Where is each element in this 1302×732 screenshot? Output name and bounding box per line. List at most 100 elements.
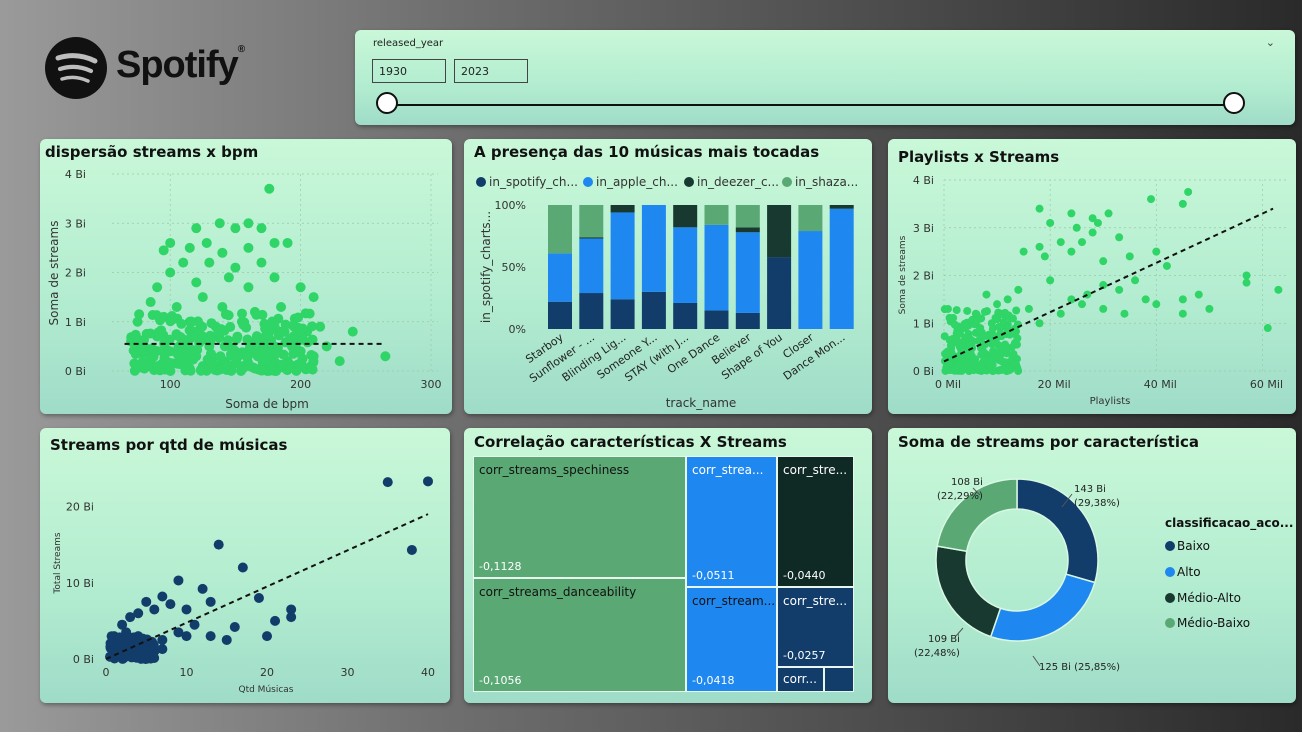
bar-segment <box>705 205 729 225</box>
treemap-cell-8[interactable] <box>824 667 854 692</box>
x-tick-label: 0 Mil <box>935 378 961 391</box>
data-point <box>222 360 232 370</box>
data-point <box>1152 300 1160 308</box>
bar-segment <box>548 205 572 253</box>
bar-segment <box>579 205 603 237</box>
card-title: A presença das 10 músicas mais tocadas <box>474 143 819 161</box>
x-axis-label: Qtd Músicas <box>239 685 294 695</box>
data-point <box>1099 305 1107 313</box>
y-tick-label: 20 Bi <box>66 501 94 514</box>
year-slicer[interactable]: released_year ⌄ 1930 2023 <box>355 30 1295 125</box>
data-point <box>1115 233 1123 241</box>
legend-dot <box>1165 567 1175 577</box>
bar-segment <box>767 257 791 329</box>
spotify-wordmark: Spotify® <box>116 44 244 87</box>
data-point <box>270 238 280 248</box>
legend-label: in_spotify_ch... <box>489 175 578 189</box>
qtd-chart: Total Streams Qtd Músicas 0 Bi10 Bi20 Bi… <box>40 428 450 703</box>
data-point <box>1046 219 1054 227</box>
data-point <box>174 359 184 369</box>
donut-label-medioalto-value: 109 Bi <box>928 634 960 645</box>
data-point <box>129 345 139 355</box>
x-axis-label: Soma de bpm <box>225 397 309 411</box>
data-point <box>271 349 281 359</box>
treemap-cell-7[interactable]: corr... <box>777 667 824 692</box>
bar-segment <box>579 237 603 238</box>
treemap-cell-label: corr_strea... <box>692 463 763 477</box>
y-axis-label: in_spotify_charts... <box>479 211 493 323</box>
card-title: Playlists x Streams <box>898 148 1059 166</box>
slicer-to-input[interactable]: 2023 <box>454 59 528 83</box>
data-point <box>296 331 306 341</box>
legend-item-medio-alto[interactable]: Médio-Alto <box>1165 591 1241 605</box>
data-point <box>285 334 295 344</box>
donut-legend-title: classificacao_aco... <box>1165 516 1293 530</box>
spotify-logo-icon <box>44 36 108 100</box>
data-point <box>243 282 253 292</box>
data-point <box>186 366 196 376</box>
data-point <box>1041 252 1049 260</box>
top10-card: A presença das 10 músicas mais tocadas i… <box>464 139 872 414</box>
treemap-card: Correlação características X Streams cor… <box>464 428 872 703</box>
data-point <box>129 358 139 368</box>
data-point <box>297 354 307 364</box>
treemap-cell-spechiness[interactable]: corr_streams_spechiness -0,1128 <box>473 456 686 578</box>
treemap-cell-6[interactable]: corr_stre... -0,0257 <box>777 587 854 667</box>
data-point <box>206 631 216 641</box>
legend-dot <box>782 177 792 187</box>
top10-chart: in_spotify_ch... in_apple_ch... in_deezer_… <box>464 139 872 414</box>
bar-segment <box>642 292 666 329</box>
donut-slice <box>936 546 1000 636</box>
data-point <box>153 361 163 371</box>
treemap-cell-3[interactable]: corr_strea... -0,0511 <box>686 456 777 587</box>
legend-item-alto[interactable]: Alto <box>1165 565 1201 579</box>
chevron-down-icon[interactable]: ⌄ <box>1266 36 1275 49</box>
x-tick-label: 100 <box>160 378 181 391</box>
bar-segment <box>767 205 791 257</box>
data-point <box>141 597 151 607</box>
data-point <box>335 356 345 366</box>
data-point <box>383 477 393 487</box>
x-tick-label: 0 <box>103 666 110 679</box>
data-point <box>1025 305 1033 313</box>
x-tick-label: 30 <box>341 666 355 679</box>
data-point <box>159 245 169 255</box>
data-point <box>239 317 249 327</box>
treemap-cell-4[interactable]: corr_stream... -0,0418 <box>686 587 777 692</box>
y-tick-label: 3 Bi <box>65 217 86 230</box>
legend-item-baixo[interactable]: Baixo <box>1165 539 1210 553</box>
data-point <box>965 360 973 368</box>
data-point <box>1012 306 1020 314</box>
slicer-from-input[interactable]: 1930 <box>372 59 446 83</box>
data-point <box>423 476 433 486</box>
data-point <box>958 354 966 362</box>
treemap-cell-danceability[interactable]: corr_streams_danceability -0,1056 <box>473 578 686 692</box>
donut-label-mediobaixo-pct: (22,29%) <box>937 491 983 502</box>
data-point <box>980 348 988 356</box>
legend-item-medio-baixo[interactable]: Médio-Baixo <box>1165 616 1250 630</box>
data-point <box>1046 276 1054 284</box>
data-point <box>198 584 208 594</box>
slider-track[interactable] <box>387 104 1237 106</box>
data-point <box>976 324 984 332</box>
bar-segment <box>798 231 822 329</box>
data-point <box>998 357 1006 365</box>
data-point <box>178 258 188 268</box>
data-point <box>961 320 969 328</box>
slider-handle-end[interactable] <box>1223 92 1245 114</box>
x-tick-label: 20 Mil <box>1038 378 1071 391</box>
y-tick-label: 0 Bi <box>913 365 934 378</box>
data-point <box>981 332 989 340</box>
slider-handle-start[interactable] <box>376 92 398 114</box>
data-point <box>243 243 253 253</box>
treemap-cell-5[interactable]: corr_stre... -0,0440 <box>777 456 854 587</box>
data-point <box>276 302 286 312</box>
card-title: Streams por qtd de músicas <box>50 436 287 454</box>
slicer-title: released_year <box>373 38 443 49</box>
data-point <box>1274 286 1282 294</box>
data-point <box>236 366 246 376</box>
x-tick-label: 10 <box>180 666 194 679</box>
donut-slice <box>991 574 1095 641</box>
data-point <box>293 323 303 333</box>
data-point <box>1105 209 1113 217</box>
